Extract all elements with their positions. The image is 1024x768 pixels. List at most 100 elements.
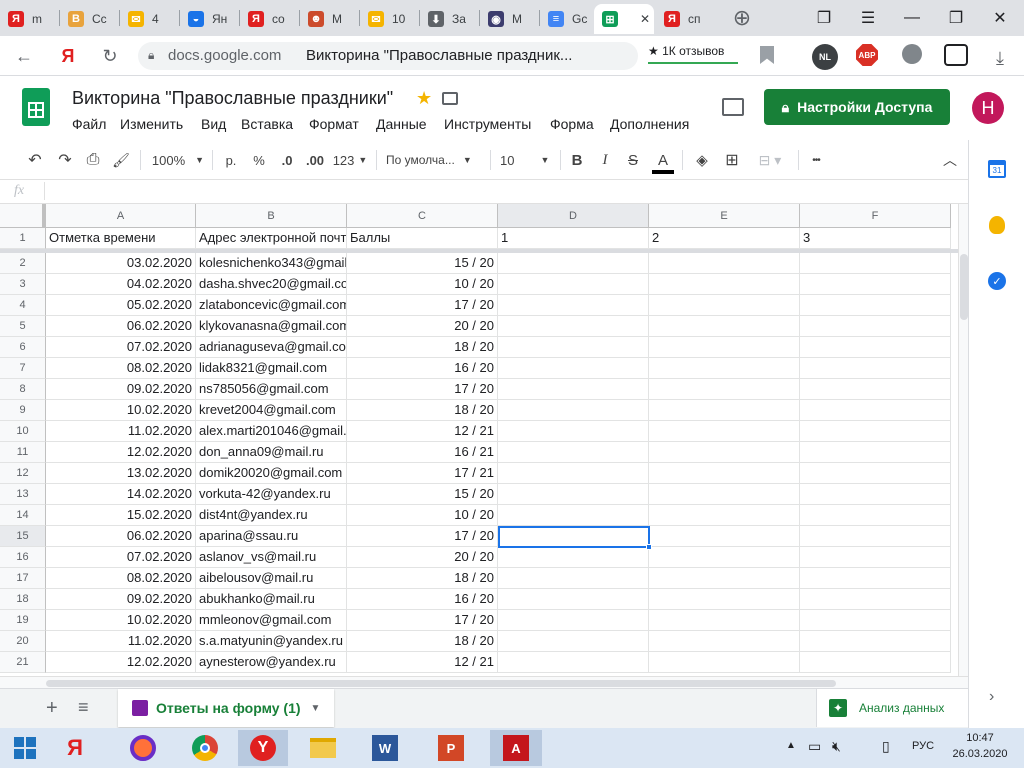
empty-cell[interactable]	[800, 379, 951, 400]
empty-cell[interactable]	[649, 316, 800, 337]
email-cell[interactable]: aynesterow@yandex.ru	[196, 652, 347, 673]
browser-tab[interactable]: ≡ Gc	[540, 4, 592, 34]
print-icon[interactable]: ⎙	[82, 150, 104, 170]
row-header[interactable]: 11	[0, 442, 46, 463]
all-sheets-icon[interactable]: ≡	[78, 697, 89, 718]
move-folder-icon[interactable]	[442, 92, 458, 105]
browser-tab[interactable]: ◉ М	[480, 4, 538, 34]
comments-icon[interactable]	[722, 98, 744, 116]
bookmark-icon[interactable]	[760, 46, 774, 64]
score-cell[interactable]: 20 / 20	[347, 316, 498, 337]
score-cell[interactable]: 17 / 20	[347, 295, 498, 316]
empty-cell[interactable]	[800, 589, 951, 610]
row-header[interactable]: 18	[0, 589, 46, 610]
empty-cell[interactable]	[800, 274, 951, 295]
browser-tab[interactable]: Яco	[240, 4, 298, 34]
score-cell[interactable]: 18 / 20	[347, 568, 498, 589]
timestamp-cell[interactable]: 06.02.2020	[46, 316, 196, 337]
column-header-d[interactable]: D	[498, 204, 649, 228]
score-cell[interactable]: 17 / 20	[347, 526, 498, 547]
empty-cell[interactable]	[649, 463, 800, 484]
header-cell[interactable]: Адрес электронной почты	[196, 228, 347, 249]
row-header[interactable]: 19	[0, 610, 46, 631]
extension-icon[interactable]	[902, 44, 922, 64]
yandex-logo-icon[interactable]: Я	[56, 44, 80, 68]
score-cell[interactable]: 18 / 20	[347, 337, 498, 358]
score-cell[interactable]: 12 / 21	[347, 421, 498, 442]
row-header[interactable]: 9	[0, 400, 46, 421]
browser-tab[interactable]: В Сс	[60, 4, 118, 34]
header-cell[interactable]: Отметка времени	[46, 228, 196, 249]
score-cell[interactable]: 15 / 20	[347, 253, 498, 274]
reload-icon[interactable]: ↻	[98, 44, 122, 68]
timestamp-cell[interactable]: 12.02.2020	[46, 652, 196, 673]
empty-cell[interactable]	[649, 337, 800, 358]
increase-decimal-button[interactable]: .00	[302, 150, 328, 170]
formula-input[interactable]	[50, 182, 950, 200]
collapse-header-icon[interactable]: ︿	[940, 150, 960, 170]
windows-start-icon[interactable]	[6, 730, 44, 766]
zoom-select[interactable]: 100% ▼	[150, 150, 206, 170]
email-cell[interactable]: domik20020@gmail.com	[196, 463, 347, 484]
translate-icon[interactable]	[944, 44, 968, 66]
paint-format-icon[interactable]: 🖌︎	[110, 150, 132, 170]
score-cell[interactable]: 20 / 20	[347, 547, 498, 568]
score-cell[interactable]: 12 / 21	[347, 652, 498, 673]
browser-tab[interactable]: Ясп	[656, 4, 714, 34]
browser-tab[interactable]: ⬇ За	[420, 4, 478, 34]
score-cell[interactable]: 17 / 20	[347, 610, 498, 631]
row-header[interactable]: 12	[0, 463, 46, 484]
vertical-scroll-thumb[interactable]	[960, 254, 968, 320]
timestamp-cell[interactable]: 09.02.2020	[46, 379, 196, 400]
empty-cell[interactable]	[498, 316, 649, 337]
timestamp-cell[interactable]: 12.02.2020	[46, 442, 196, 463]
empty-cell[interactable]	[649, 274, 800, 295]
powerpoint-icon[interactable]: P	[432, 730, 470, 766]
merge-cells-icon[interactable]: ⊟ ▾	[750, 150, 790, 170]
empty-cell[interactable]	[649, 631, 800, 652]
file-explorer-icon[interactable]	[304, 730, 342, 766]
email-cell[interactable]: krevet2004@gmail.com	[196, 400, 347, 421]
empty-cell[interactable]	[498, 337, 649, 358]
timestamp-cell[interactable]: 10.02.2020	[46, 610, 196, 631]
timestamp-cell[interactable]: 13.02.2020	[46, 463, 196, 484]
row-header[interactable]: 10	[0, 421, 46, 442]
clock-date[interactable]: 26.03.2020	[948, 748, 1012, 760]
menu-item[interactable]: Инструменты	[444, 116, 531, 132]
vertical-scrollbar[interactable]	[958, 204, 968, 676]
email-cell[interactable]: dasha.shvec20@gmail.com	[196, 274, 347, 295]
empty-cell[interactable]	[498, 568, 649, 589]
empty-cell[interactable]	[800, 358, 951, 379]
email-cell[interactable]: aparina@ssau.ru	[196, 526, 347, 547]
empty-cell[interactable]	[800, 295, 951, 316]
email-cell[interactable]: aslanov_vs@mail.ru	[196, 547, 347, 568]
borders-icon[interactable]: ⊞	[722, 150, 742, 170]
score-cell[interactable]: 16 / 21	[347, 442, 498, 463]
menu-item[interactable]: Дополнения	[610, 116, 689, 132]
timestamp-cell[interactable]: 04.02.2020	[46, 274, 196, 295]
column-header-f[interactable]: F	[800, 204, 951, 228]
currency-button[interactable]: р.	[222, 150, 240, 170]
email-cell[interactable]: adrianaguseva@gmail.com	[196, 337, 347, 358]
back-icon[interactable]: ←	[12, 44, 36, 68]
timestamp-cell[interactable]: 11.02.2020	[46, 421, 196, 442]
row-header[interactable]: 21	[0, 652, 46, 673]
empty-cell[interactable]	[649, 589, 800, 610]
empty-cell[interactable]	[800, 316, 951, 337]
email-cell[interactable]: vorkuta-42@yandex.ru	[196, 484, 347, 505]
empty-cell[interactable]	[498, 631, 649, 652]
email-cell[interactable]: zlataboncevic@gmail.com	[196, 295, 347, 316]
empty-cell[interactable]	[498, 295, 649, 316]
firefox-icon[interactable]	[124, 730, 162, 766]
empty-cell[interactable]	[649, 652, 800, 673]
score-cell[interactable]: 17 / 21	[347, 463, 498, 484]
empty-cell[interactable]	[800, 568, 951, 589]
header-cell[interactable]: 3	[800, 228, 951, 249]
explore-button[interactable]: ✦ Анализ данных	[816, 689, 968, 727]
row-header[interactable]: 14	[0, 505, 46, 526]
header-cell[interactable]: 2	[649, 228, 800, 249]
text-color-button[interactable]: A	[652, 150, 674, 174]
empty-cell[interactable]	[649, 442, 800, 463]
empty-cell[interactable]	[649, 610, 800, 631]
empty-cell[interactable]	[498, 610, 649, 631]
